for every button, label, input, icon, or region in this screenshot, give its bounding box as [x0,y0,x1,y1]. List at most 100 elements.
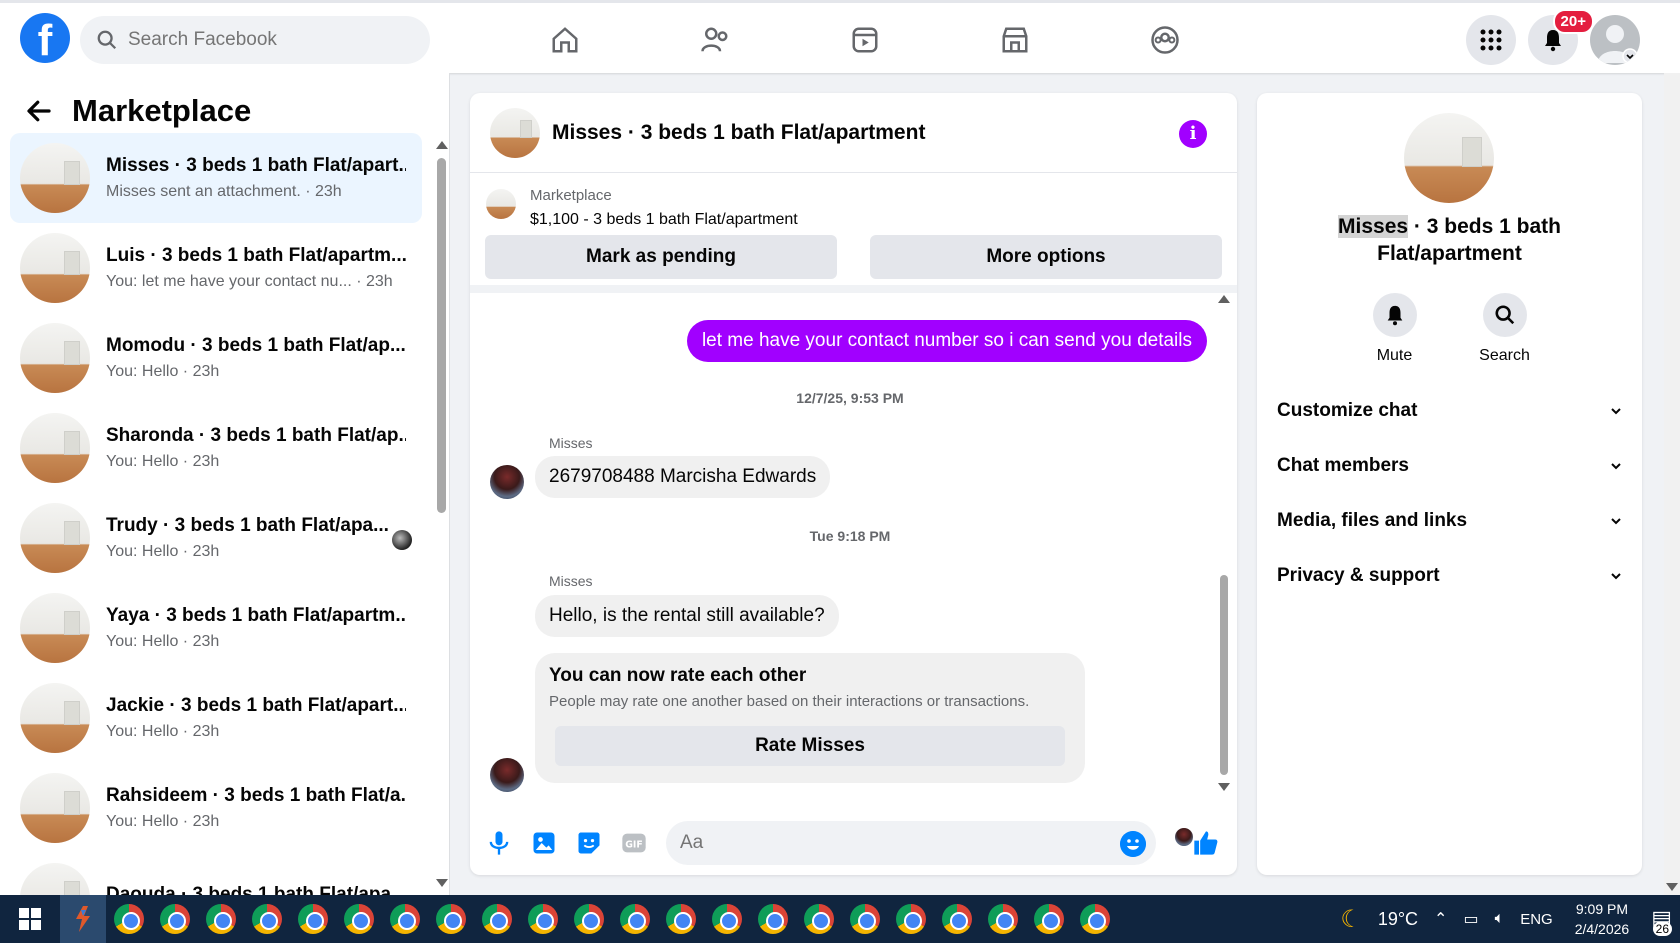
taskbar-chrome[interactable] [612,895,658,943]
info-icon[interactable]: i [1179,120,1207,148]
conversation-list: Misses · 3 beds 1 bath Flat/apart... Miss… [10,133,422,895]
details-name-highlight[interactable]: Misses [1338,215,1409,238]
chat-listing-thumbnail[interactable] [490,107,540,158]
sender-avatar[interactable] [490,465,524,499]
tray-chevron-up-icon[interactable]: ⌃ [1434,909,1447,929]
taskbar-chrome[interactable] [750,895,796,943]
chat-title[interactable]: Misses · 3 beds 1 bath Flat/apartment [552,121,925,145]
emoji-icon[interactable] [1120,831,1146,857]
conversation-item[interactable]: Sharonda · 3 beds 1 bath Flat/ap... You: … [10,403,422,493]
details-listing-thumbnail[interactable] [1404,113,1494,203]
taskbar-chrome[interactable] [1026,895,1072,943]
search-box[interactable] [80,16,430,64]
microphone-icon[interactable] [485,829,513,857]
taskbar-chrome[interactable] [382,895,428,943]
listing-price[interactable]: $1,100 - 3 beds 1 bath Flat/apartment [530,211,798,229]
section-chat-members[interactable]: Chat members [1277,438,1622,493]
mute-button[interactable] [1372,293,1417,337]
account-avatar[interactable] [1590,15,1640,65]
taskbar-chrome[interactable] [106,895,152,943]
conversation-preview: You: Hello · 23h [106,633,220,650]
menu-button[interactable] [1466,15,1516,65]
nav-friends[interactable] [640,17,790,63]
sticker-icon[interactable] [575,829,603,857]
taskbar-chrome[interactable] [934,895,980,943]
taskbar-chrome[interactable] [842,895,888,943]
start-button[interactable] [0,895,60,943]
conversation-item[interactable]: Daouda · 3 beds 1 bath Flat/apa... [10,853,422,895]
search-action[interactable]: Search [1475,293,1535,365]
thumbs-up-icon[interactable] [1192,829,1220,857]
mute-action[interactable]: Mute [1365,293,1425,365]
taskbar-chrome[interactable] [704,895,750,943]
nav-marketplace[interactable] [940,17,1090,63]
taskbar-app-pinned[interactable] [60,895,106,943]
scroll-up-icon[interactable] [1218,295,1230,303]
nav-home[interactable] [490,17,640,63]
scroll-down-icon[interactable] [1666,883,1678,891]
back-arrow-icon[interactable] [24,96,54,126]
more-options-button[interactable]: More options [870,235,1222,279]
taskbar-chrome[interactable] [336,895,382,943]
taskbar-chrome[interactable] [428,895,474,943]
chrome-icon [390,904,420,934]
notification-center-icon[interactable]: ▤ 26 [1651,906,1672,936]
chat-scrollbar[interactable] [1218,293,1230,793]
scrollbar-thumb[interactable] [437,158,446,513]
conversation-item[interactable]: Rahsideem · 3 beds 1 bath Flat/a... You: … [10,763,422,853]
taskbar-chrome[interactable] [658,895,704,943]
taskbar-chrome[interactable] [152,895,198,943]
seen-avatar-icon [392,530,412,550]
taskbar-chrome[interactable] [796,895,842,943]
language-indicator[interactable]: ENG [1520,911,1553,928]
volume-icon[interactable]: 🔈︎ [1495,910,1505,928]
conversation-item[interactable]: Trudy · 3 beds 1 bath Flat/apa... You: He… [10,493,422,583]
weather-temperature[interactable]: 19°C [1378,909,1418,930]
search-in-chat-button[interactable] [1482,293,1527,337]
clock[interactable]: 9:09 PM 2/4/2026 [1575,899,1630,939]
search-input[interactable] [128,29,408,51]
sender-avatar[interactable] [490,758,524,792]
incoming-message[interactable]: 2679708488 Marcisha Edwards [535,456,831,498]
rate-button[interactable]: Rate Misses [555,726,1065,766]
taskbar-chrome[interactable] [888,895,934,943]
message-input[interactable] [680,832,1100,854]
scroll-down-icon[interactable] [436,879,448,887]
section-privacy-support[interactable]: Privacy & support [1277,548,1622,603]
nav-video[interactable] [790,17,940,63]
conversation-item[interactable]: Misses · 3 beds 1 bath Flat/apart... Miss… [10,133,422,223]
mark-as-pending-button[interactable]: Mark as pending [485,235,837,279]
scrollbar-thumb[interactable] [1220,575,1228,775]
facebook-logo[interactable]: f [20,13,70,63]
conversation-item[interactable]: Momodu · 3 beds 1 bath Flat/ap... You: He… [10,313,422,403]
weather-moon-icon[interactable]: ☾ [1340,905,1362,934]
taskbar-chrome[interactable] [566,895,612,943]
outgoing-message[interactable]: let me have your contact number so i can… [686,320,1207,362]
taskbar-chrome[interactable] [244,895,290,943]
taskbar-chrome[interactable] [980,895,1026,943]
gif-icon[interactable]: GIF [620,829,648,857]
notifications-button[interactable]: 20+ [1528,9,1594,65]
photo-icon[interactable] [530,829,558,857]
scroll-down-icon[interactable] [1218,783,1230,791]
taskbar-chrome[interactable] [474,895,520,943]
taskbar-chrome[interactable] [1072,895,1118,943]
taskbar-chrome[interactable] [198,895,244,943]
page-scrollbar[interactable] [1664,73,1680,895]
nav-groups[interactable] [1090,17,1240,63]
section-customize-chat[interactable]: Customize chat [1277,383,1622,438]
network-icon[interactable]: ▭ [1463,909,1478,929]
message-input-box[interactable] [666,821,1156,865]
scroll-up-icon[interactable] [436,141,448,149]
conversation-item[interactable]: Yaya · 3 beds 1 bath Flat/apartm... You: … [10,583,422,673]
incoming-message[interactable]: Hello, is the rental still available? [535,595,839,637]
section-media-files-links[interactable]: Media, files and links [1277,493,1622,548]
conversation-item[interactable]: Jackie · 3 beds 1 bath Flat/apart... You:… [10,673,422,763]
sidebar-scrollbar[interactable] [436,133,448,893]
taskbar-chrome[interactable] [290,895,336,943]
taskbar-chrome[interactable] [520,895,566,943]
listing-thumbnail [20,143,90,213]
conversation-item[interactable]: Luis · 3 beds 1 bath Flat/apartm... You: … [10,223,422,313]
friends-icon [701,27,728,52]
chrome-icon [988,904,1018,934]
